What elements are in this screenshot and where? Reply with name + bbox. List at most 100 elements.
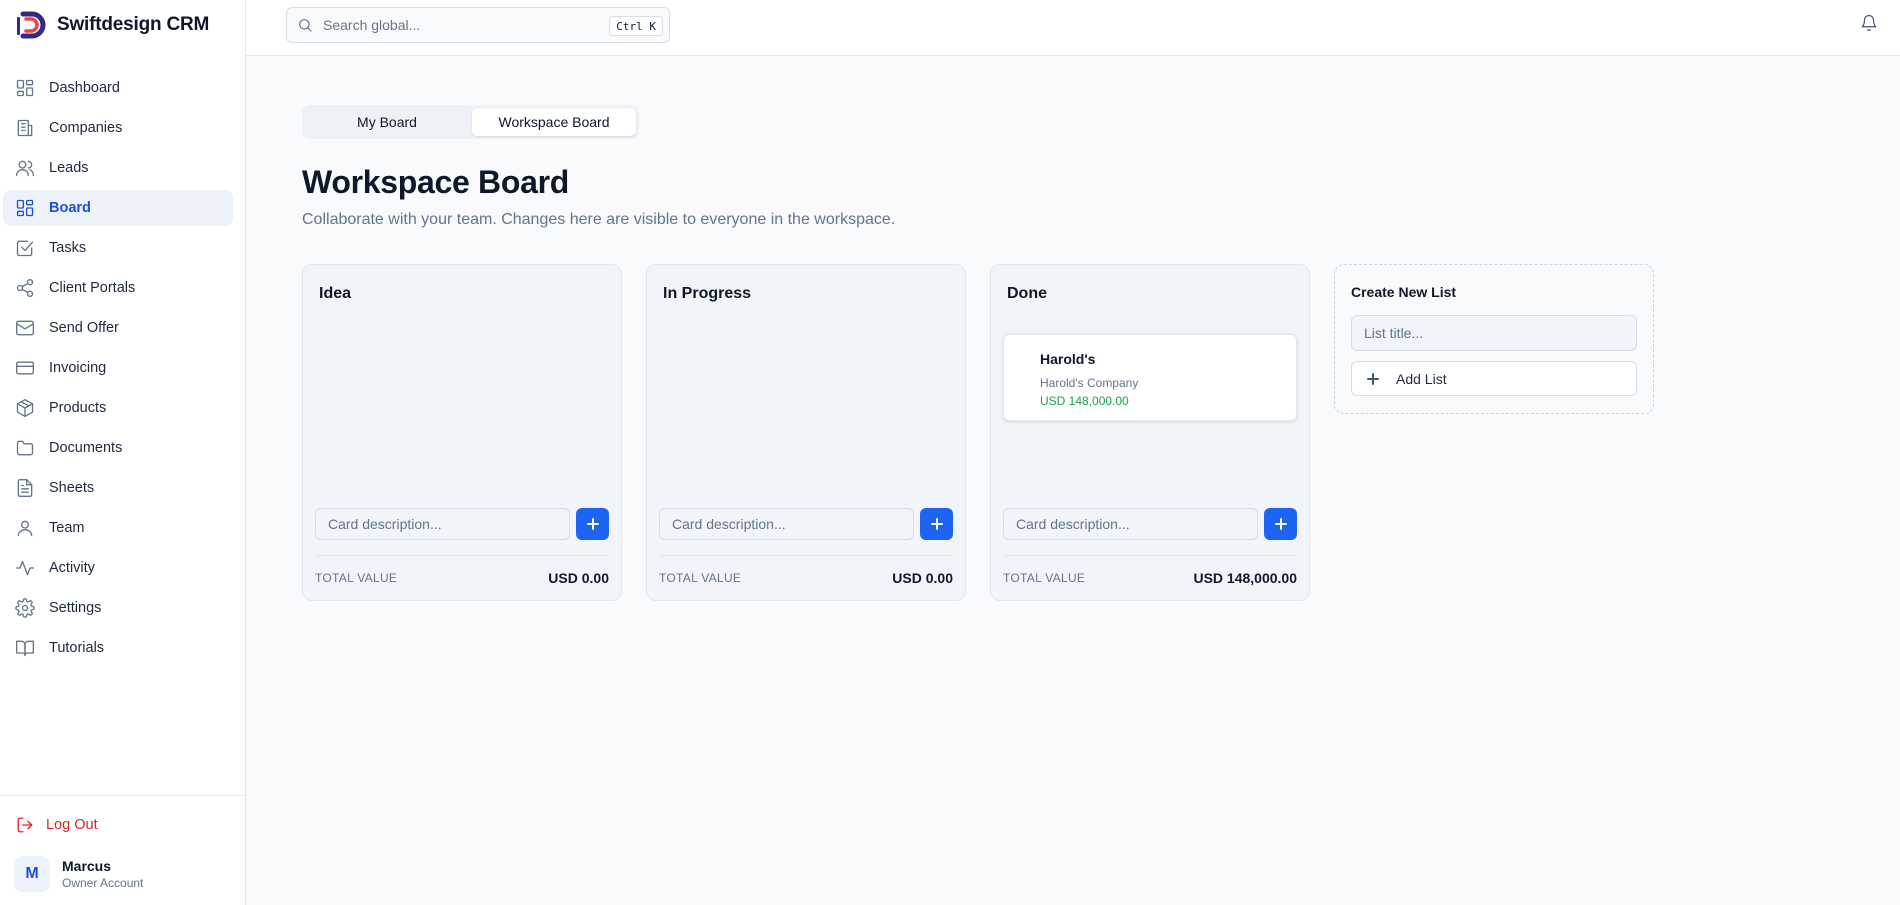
page-title: Workspace Board bbox=[302, 164, 570, 200]
sidebar-item-label: Activity bbox=[49, 560, 95, 576]
sidebar: Swiftdesign CRM Dashboard Companies Lead… bbox=[0, 0, 246, 905]
search-icon bbox=[299, 19, 312, 32]
sidebar-item-label: Board bbox=[49, 200, 91, 216]
sidebar-item-label: Products bbox=[49, 400, 107, 416]
sidebar-item-label: Invoicing bbox=[49, 360, 107, 376]
app-name: Swiftdesign CRM bbox=[57, 14, 210, 35]
list-title[interactable]: Done bbox=[1007, 285, 1047, 303]
plus-icon bbox=[586, 518, 599, 530]
sidebar-item-sheets[interactable]: Sheets bbox=[3, 470, 233, 506]
sidebar-item-board[interactable]: Board bbox=[3, 190, 233, 226]
sidebar-item-label: Companies bbox=[49, 120, 123, 136]
avatar: M bbox=[14, 856, 50, 892]
total-value: USD 0.00 bbox=[548, 570, 609, 586]
user-name: Marcus bbox=[62, 858, 112, 874]
gear-icon bbox=[15, 598, 35, 618]
plus-icon bbox=[1274, 518, 1287, 530]
board-tabs: My Board Workspace Board bbox=[302, 105, 639, 139]
plus-icon bbox=[1367, 372, 1379, 385]
page-subtitle: Collaborate with your team. Changes here… bbox=[302, 211, 896, 228]
sidebar-item-products[interactable]: Products bbox=[3, 390, 233, 426]
deal-company: Harold's Company bbox=[1040, 376, 1139, 390]
plus-icon bbox=[930, 518, 943, 530]
add-list-button[interactable]: Add List bbox=[1351, 361, 1637, 396]
file-text-icon bbox=[15, 478, 35, 498]
swiftdesign-logo-icon bbox=[14, 8, 48, 42]
sidebar-item-label: Client Portals bbox=[49, 280, 136, 296]
sidebar-nav: Dashboard Companies Leads Board Tasks Cl… bbox=[3, 70, 233, 670]
building-icon bbox=[15, 118, 35, 138]
total-value: USD 0.00 bbox=[892, 570, 953, 586]
list-idea: Idea Card description... TOTAL VALUE USD… bbox=[302, 264, 622, 601]
sidebar-item-tutorials[interactable]: Tutorials bbox=[3, 630, 233, 666]
logout-icon bbox=[17, 817, 33, 833]
brand[interactable]: Swiftdesign CRM bbox=[14, 8, 209, 42]
logout-button[interactable]: Log Out bbox=[16, 816, 98, 834]
mail-icon bbox=[15, 318, 35, 338]
add-list-label: Add List bbox=[1396, 370, 1447, 387]
total-label: TOTAL VALUE bbox=[1003, 571, 1086, 585]
sidebar-item-label: Sheets bbox=[49, 480, 95, 496]
list-divider bbox=[659, 555, 953, 556]
sidebar-item-tasks[interactable]: Tasks bbox=[3, 230, 233, 266]
share-icon bbox=[15, 278, 35, 298]
create-list-title: Create New List bbox=[1351, 284, 1457, 300]
sidebar-item-label: Team bbox=[49, 520, 85, 536]
total-value: USD 148,000.00 bbox=[1193, 570, 1297, 586]
list-in-progress: In Progress Card description... TOTAL VA… bbox=[646, 264, 966, 601]
card-description-input[interactable]: Card description... bbox=[315, 508, 570, 540]
card-description-input[interactable]: Card description... bbox=[1003, 508, 1258, 540]
sidebar-item-team[interactable]: Team bbox=[3, 510, 233, 546]
sidebar-item-label: Send Offer bbox=[49, 320, 119, 336]
user-icon bbox=[15, 518, 35, 538]
checkbox-icon bbox=[15, 238, 35, 258]
list-title[interactable]: In Progress bbox=[663, 285, 751, 303]
user-role: Owner Account bbox=[62, 876, 144, 890]
topbar: Search global... Ctrl K bbox=[246, 0, 1900, 56]
sidebar-item-leads[interactable]: Leads bbox=[3, 150, 233, 186]
sidebar-item-companies[interactable]: Companies bbox=[3, 110, 233, 146]
search-placeholder: Search global... bbox=[323, 17, 421, 33]
sidebar-item-label: Settings bbox=[49, 600, 102, 616]
users-icon bbox=[15, 158, 35, 178]
create-list-panel: Create New List List title... Add List bbox=[1334, 264, 1654, 414]
sidebar-item-label: Dashboard bbox=[49, 80, 120, 96]
sidebar-item-activity[interactable]: Activity bbox=[3, 550, 233, 586]
list-divider bbox=[315, 555, 609, 556]
bell-icon bbox=[1861, 14, 1877, 32]
tab-my-board[interactable]: My Board bbox=[305, 108, 469, 136]
sidebar-item-label: Tasks bbox=[49, 240, 87, 256]
package-icon bbox=[15, 398, 35, 418]
sidebar-item-invoicing[interactable]: Invoicing bbox=[3, 350, 233, 386]
add-card-button[interactable] bbox=[920, 508, 953, 540]
sidebar-item-documents[interactable]: Documents bbox=[3, 430, 233, 466]
book-icon bbox=[15, 638, 35, 658]
tab-workspace-board[interactable]: Workspace Board bbox=[472, 108, 636, 136]
list-done: Done Harold's Harold's Company USD 148,0… bbox=[990, 264, 1310, 601]
notifications-button[interactable] bbox=[1860, 14, 1878, 32]
sidebar-item-client-portals[interactable]: Client Portals bbox=[3, 270, 233, 306]
activity-icon bbox=[15, 558, 35, 578]
total-label: TOTAL VALUE bbox=[659, 571, 742, 585]
board-icon bbox=[15, 198, 35, 218]
sidebar-item-dashboard[interactable]: Dashboard bbox=[3, 70, 233, 106]
sidebar-item-settings[interactable]: Settings bbox=[3, 590, 233, 626]
deal-amount: USD 148,000.00 bbox=[1040, 394, 1129, 408]
keyboard-shortcut: Ctrl K bbox=[609, 16, 663, 36]
card-description-input[interactable]: Card description... bbox=[659, 508, 914, 540]
dashboard-icon bbox=[15, 78, 35, 98]
add-card-button[interactable] bbox=[576, 508, 609, 540]
folder-icon bbox=[15, 438, 35, 458]
list-title-input[interactable]: List title... bbox=[1351, 315, 1637, 351]
user-profile[interactable]: M Marcus Owner Account bbox=[14, 856, 143, 892]
sidebar-item-send-offer[interactable]: Send Offer bbox=[3, 310, 233, 346]
logout-label: Log Out bbox=[46, 817, 98, 833]
list-divider bbox=[1003, 555, 1297, 556]
sidebar-item-label: Documents bbox=[49, 440, 123, 456]
deal-card[interactable]: Harold's Harold's Company USD 148,000.00 bbox=[1003, 334, 1297, 421]
add-card-button[interactable] bbox=[1264, 508, 1297, 540]
sidebar-footer: Log Out M Marcus Owner Account bbox=[0, 795, 246, 905]
list-title[interactable]: Idea bbox=[319, 285, 351, 303]
search-input[interactable]: Search global... Ctrl K bbox=[286, 7, 670, 43]
credit-card-icon bbox=[15, 358, 35, 378]
